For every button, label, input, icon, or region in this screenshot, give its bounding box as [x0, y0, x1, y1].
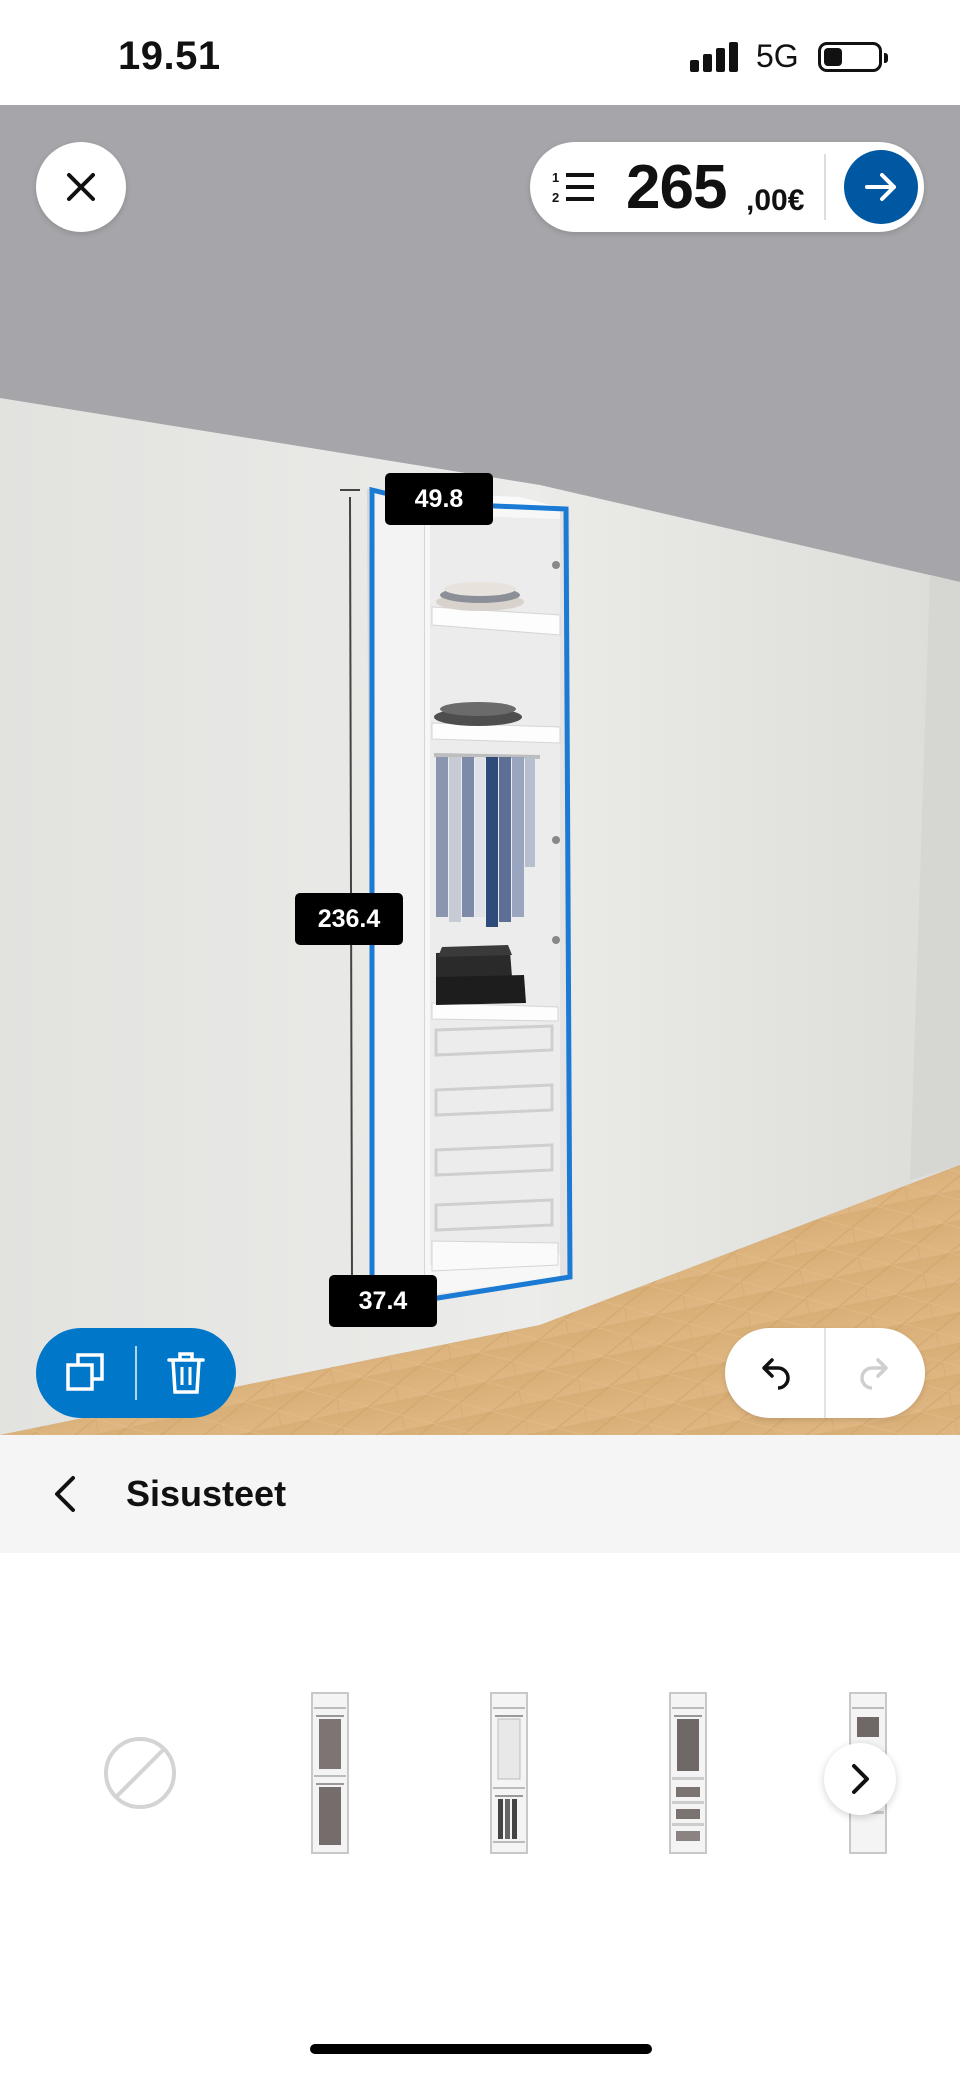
section-title: Sisusteet	[126, 1473, 287, 1514]
chevron-left-icon	[55, 1476, 75, 1512]
close-button[interactable]	[36, 142, 126, 232]
height-dimension-label: 236.4	[295, 893, 403, 945]
actions-divider	[135, 1346, 137, 1400]
carousel-next-button[interactable]	[824, 1743, 896, 1815]
back-button[interactable]	[40, 1469, 90, 1519]
wardrobe-3d-viewport[interactable]: 49.8 236.4 37.4	[0, 105, 960, 1435]
redo-button[interactable]	[845, 1343, 905, 1403]
status-bar: 19.51 5G	[0, 0, 960, 105]
next-button[interactable]	[844, 150, 918, 224]
network-type: 5G	[756, 38, 799, 74]
chevron-right-icon	[852, 1764, 869, 1794]
interior-option-2	[490, 1692, 528, 1854]
option-interior-3[interactable]	[658, 1683, 718, 1863]
delete-button[interactable]	[156, 1343, 216, 1403]
arrow-right-icon	[865, 173, 896, 201]
signal-icon	[690, 42, 742, 72]
undo-button[interactable]	[745, 1343, 805, 1403]
status-time: 19.51	[118, 34, 221, 78]
price-summary[interactable]: 1 2 265 ,00€	[530, 142, 924, 232]
option-none[interactable]	[90, 1683, 190, 1863]
battery-icon	[818, 42, 888, 72]
interior-option-1	[311, 1692, 349, 1854]
price-decimal: ,00€	[746, 184, 805, 217]
numbered-list-icon: 1 2	[552, 170, 594, 205]
width-dimension-label: 49.8	[385, 473, 493, 525]
home-indicator[interactable]	[310, 2044, 652, 2054]
undo-icon	[762, 1358, 790, 1390]
history-controls	[725, 1328, 925, 1418]
duplicate-button[interactable]	[56, 1343, 116, 1403]
svg-text:1: 1	[552, 170, 559, 185]
price-divider	[824, 154, 826, 220]
option-interior-1[interactable]	[300, 1683, 360, 1863]
interior-option-3	[669, 1692, 707, 1854]
redo-icon	[860, 1358, 888, 1390]
room-render	[0, 105, 960, 1435]
trash-icon	[167, 1352, 205, 1394]
selection-actions	[36, 1328, 236, 1418]
duplicate-icon	[66, 1353, 104, 1391]
price-integer: 265	[626, 153, 727, 222]
svg-text:2: 2	[552, 190, 559, 205]
interior-options-carousel	[0, 1553, 960, 1973]
section-header: Sisusteet	[0, 1435, 960, 1553]
close-icon	[67, 173, 95, 201]
option-interior-2[interactable]	[479, 1683, 539, 1863]
depth-dimension-label: 37.4	[329, 1275, 437, 1327]
none-icon	[104, 1737, 176, 1809]
battery-fill	[824, 48, 842, 66]
history-divider	[824, 1328, 826, 1418]
